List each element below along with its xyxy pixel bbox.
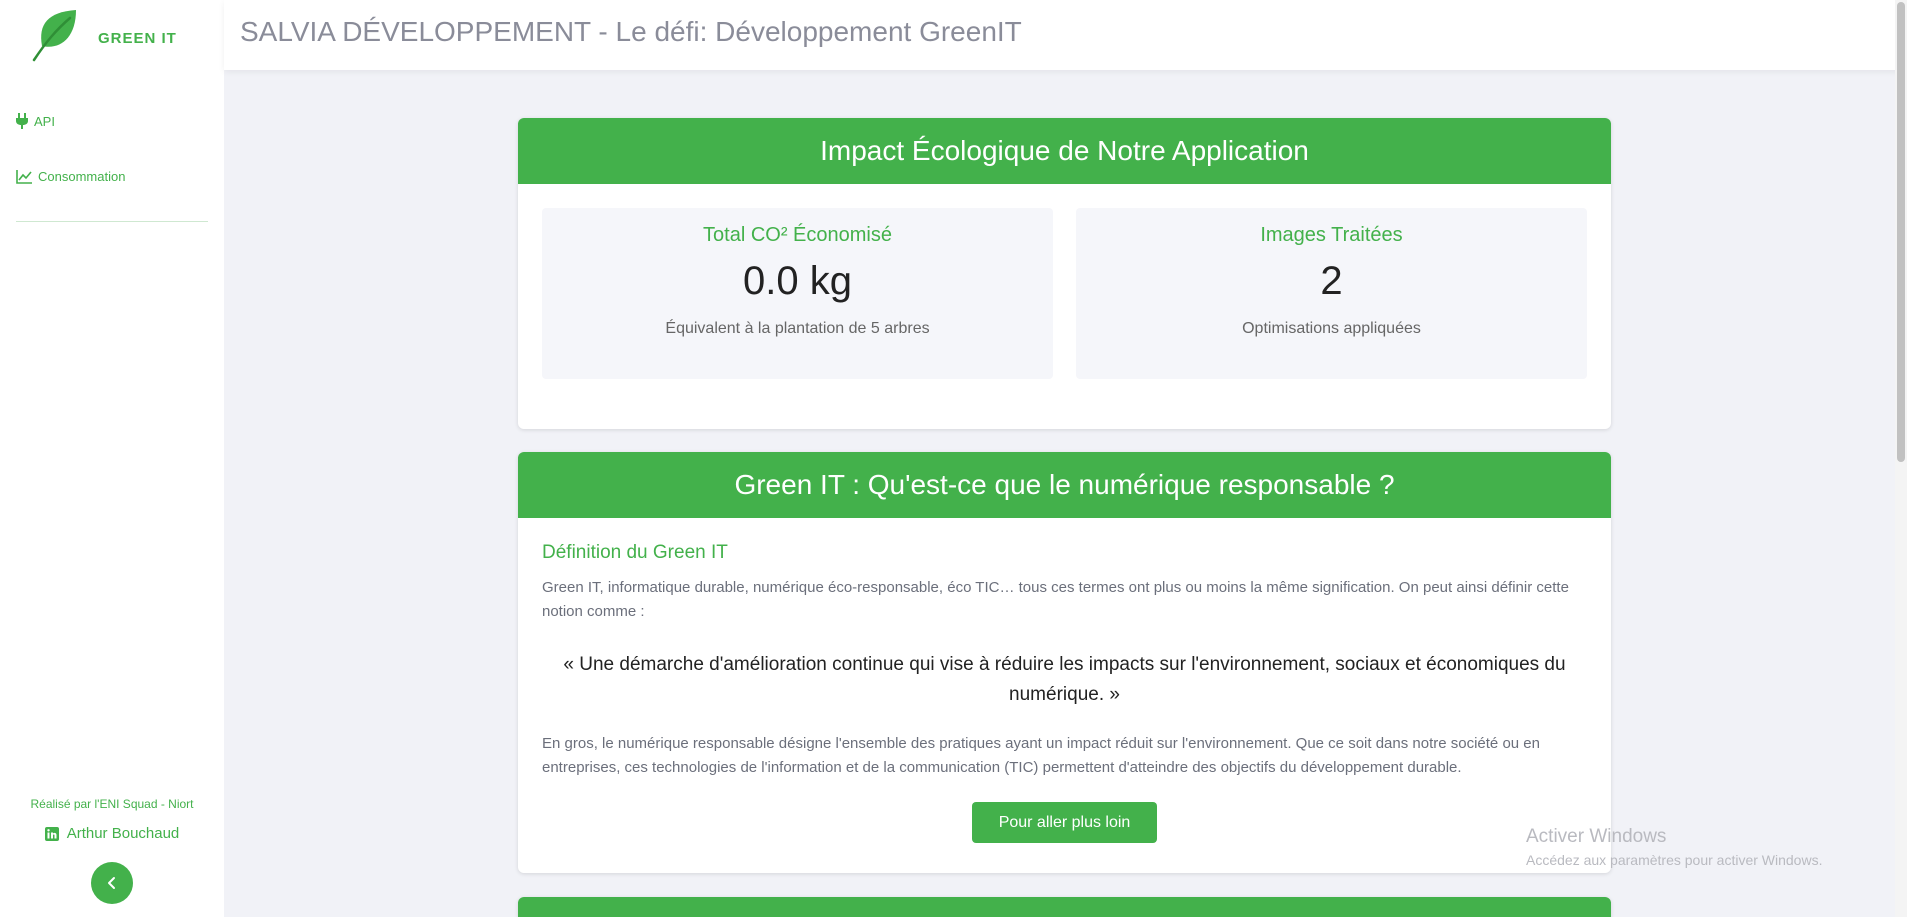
sidebar-item-label: API: [34, 113, 55, 129]
co2-stat-subtext: Équivalent à la plantation de 5 arbres: [665, 320, 930, 337]
sidebar-item-label: Consommation: [38, 169, 126, 184]
images-stat: Images Traitées 2 Optimisations appliqué…: [1076, 208, 1587, 379]
watermark-subtitle: Accédez aux paramètres pour activer Wind…: [1526, 852, 1823, 868]
credit-text: Réalisé par l'ENI Squad - Niort: [30, 797, 194, 811]
watermark-title: Activer Windows: [1526, 826, 1667, 847]
sidebar-item-api[interactable]: API: [16, 113, 55, 129]
definition-title: Définition du Green IT: [542, 542, 728, 563]
images-stat-label: Images Traitées: [1260, 224, 1403, 246]
greenit-card-title: Green IT : Qu'est-ce que le numérique re…: [518, 452, 1611, 518]
page-title: SALVIA DÉVELOPPEMENT - Le défi: Développ…: [240, 16, 1022, 47]
next-card: [518, 897, 1611, 917]
plug-icon: [16, 113, 28, 129]
definition-quote: « Une démarche d'amélioration continue q…: [563, 654, 1566, 705]
co2-stat: Total CO² Économisé 0.0 kg Équivalent à …: [542, 208, 1053, 379]
images-stat-value: 2: [1320, 259, 1343, 303]
impact-card-title: Impact Écologique de Notre Application: [518, 118, 1611, 184]
line-chart-icon: [16, 169, 32, 184]
collapse-sidebar-button[interactable]: [91, 862, 133, 904]
linkedin-icon: [44, 826, 59, 841]
images-stat-subtext: Optimisations appliquées: [1242, 320, 1421, 337]
author-name: Arthur Bouchaud: [66, 825, 180, 842]
sidebar: GREEN IT API Consommation Réalisé par l'…: [0, 0, 224, 917]
chevron-left-icon: [108, 877, 115, 889]
leaf-icon: [32, 10, 76, 62]
sidebar-item-consommation[interactable]: Consommation: [16, 169, 125, 184]
brand-name: GREEN IT: [98, 29, 177, 47]
impact-card: Impact Écologique de Notre Application T…: [518, 118, 1611, 429]
top-bar: SALVIA DÉVELOPPEMENT - Le défi: Développ…: [224, 0, 1907, 70]
co2-stat-label: Total CO² Économisé: [703, 224, 892, 246]
greenit-card: Green IT : Qu'est-ce que le numérique re…: [518, 452, 1611, 873]
windows-activation-watermark: Activer Windows Accédez aux paramètres p…: [1526, 826, 1822, 868]
brand-logo[interactable]: GREEN IT: [30, 8, 177, 62]
author-link[interactable]: Arthur Bouchaud: [0, 825, 224, 842]
next-card-header: [518, 897, 1611, 917]
definition-text: Green IT, informatique durable, numériqu…: [542, 579, 1569, 620]
co2-stat-value: 0.0 kg: [743, 259, 852, 303]
page-scrollbar[interactable]: [1895, 0, 1907, 917]
summary-text: En gros, le numérique responsable désign…: [542, 735, 1540, 776]
greenit-card-body: Définition du Green IT Green IT, informa…: [518, 518, 1611, 865]
scrollbar-thumb[interactable]: [1897, 2, 1905, 462]
learn-more-button[interactable]: Pour aller plus loin: [972, 802, 1157, 843]
sidebar-divider: [16, 221, 208, 222]
